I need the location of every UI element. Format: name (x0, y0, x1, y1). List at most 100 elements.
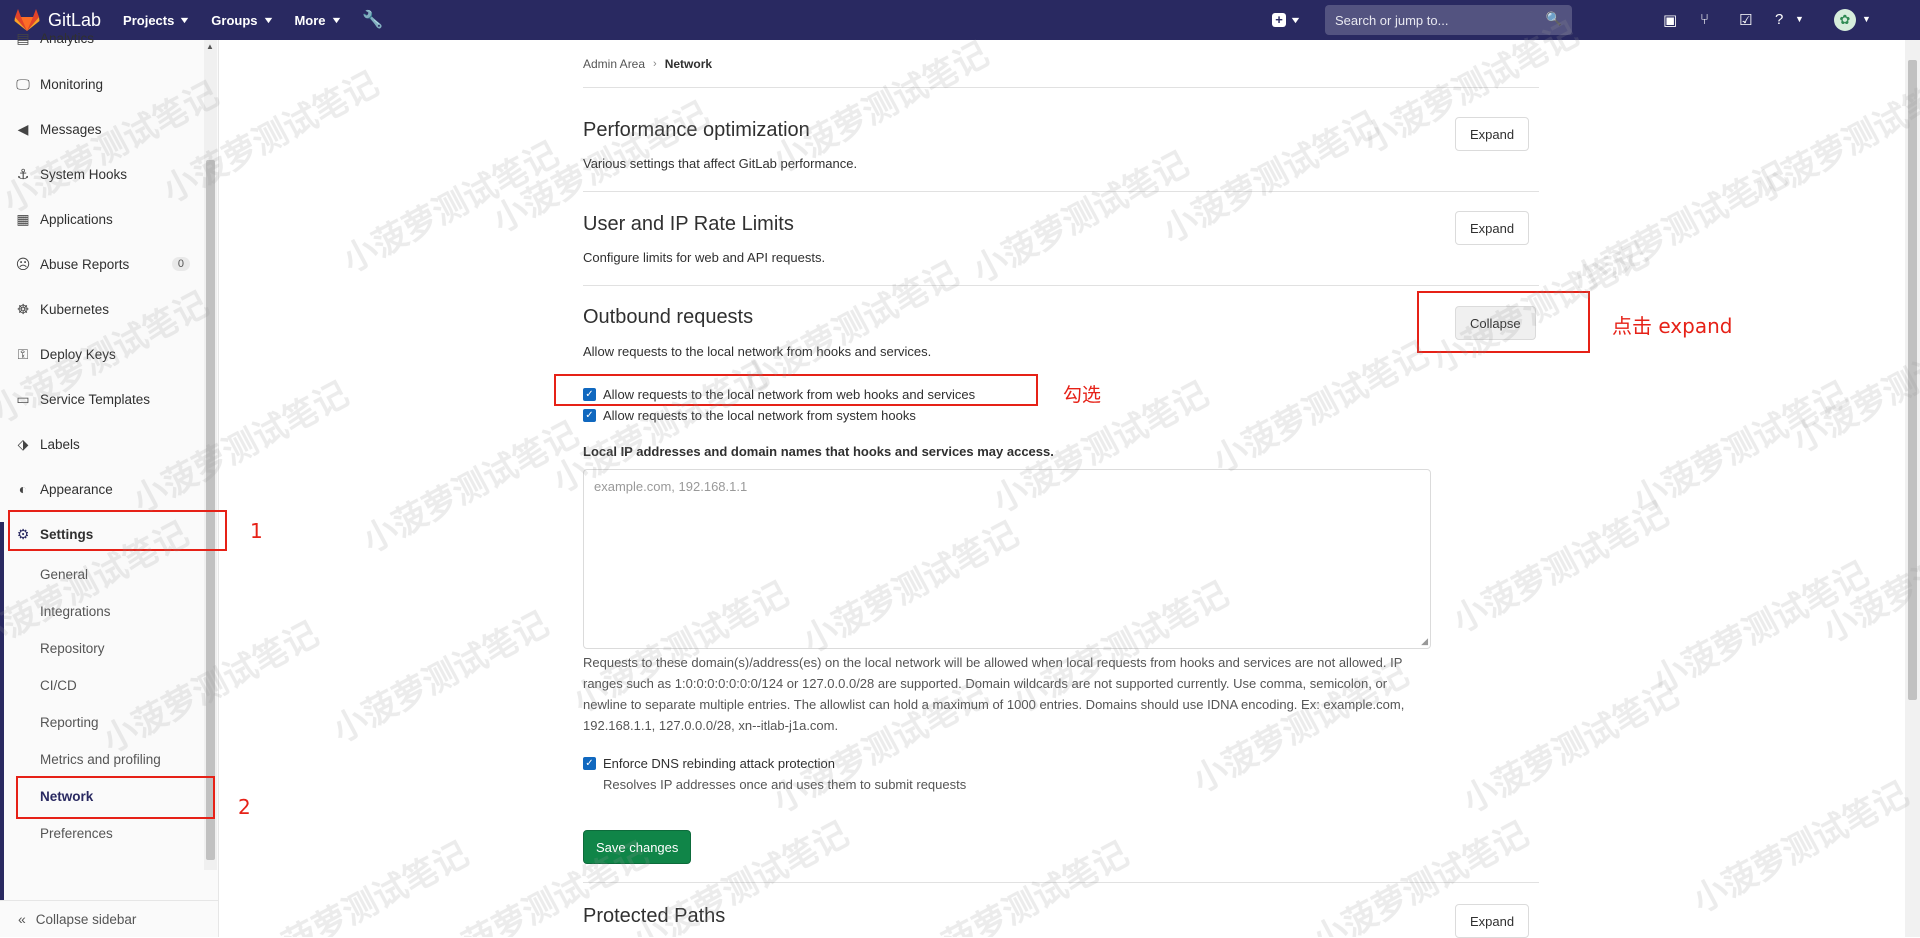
allowlist-label: Local IP addresses and domain names that… (583, 444, 1054, 459)
nav-projects-label: Projects (123, 13, 174, 28)
sidebar-item-kubernetes[interactable]: ☸ Kubernetes (0, 294, 200, 324)
section-desc-rate-limits: Configure limits for web and API request… (583, 250, 825, 265)
abuse-icon: ☹ (15, 256, 31, 273)
chevron-down-icon[interactable]: ▼ (1862, 14, 1871, 24)
sidebar-item-label: Service Templates (40, 392, 150, 407)
divider (583, 191, 1539, 192)
sidebar-item-label: Labels (40, 437, 80, 452)
checkbox-label: Enforce DNS rebinding attack protection (603, 756, 835, 771)
chevron-down-icon: ▼ (1289, 15, 1301, 25)
checkbox-checked-icon[interactable]: ✓ (583, 409, 596, 422)
section-title-outbound: Outbound requests (583, 306, 753, 329)
allowlist-help-text: Requests to these domain(s)/address(es) … (583, 652, 1423, 736)
section-title-rate-limits: User and IP Rate Limits (583, 213, 794, 236)
expand-rate-limits-button[interactable]: Expand (1455, 211, 1529, 245)
annotation-box-network (16, 776, 215, 819)
sidebar-item-label: Messages (40, 122, 102, 137)
sidebar-item-label: Appearance (40, 482, 113, 497)
help-icon[interactable]: ? (1775, 11, 1783, 28)
save-changes-button[interactable]: Save changes (583, 830, 691, 864)
nav-groups[interactable]: Groups ▼ (211, 13, 272, 28)
watermark-text: 小菠萝测试笔记 (962, 137, 1195, 292)
breadcrumb-parent[interactable]: Admin Area (583, 57, 645, 71)
annotation-expand-note: 点击 expand (1612, 310, 1732, 339)
kubernetes-icon: ☸ (15, 301, 31, 318)
sidebar-item-labels[interactable]: ⬗ Labels (0, 429, 200, 459)
sidebar-item-appearance[interactable]: ◐ Appearance (0, 474, 200, 504)
sidebar-item-system-hooks[interactable]: ⚓ System Hooks (0, 159, 200, 189)
section-title-performance: Performance optimization (583, 119, 810, 142)
wrench-icon[interactable]: 🔧 (362, 10, 383, 30)
resize-grip-icon[interactable]: ◢ (1421, 636, 1428, 647)
sidebar-subitem-repository[interactable]: Repository (40, 641, 105, 656)
chevron-down-icon[interactable]: ▼ (1795, 14, 1804, 24)
watermark-text: 小菠萝测试笔记 (242, 827, 475, 937)
key-icon: ⚿ (15, 346, 31, 363)
watermark-text: 小菠萝测试笔记 (1642, 547, 1875, 702)
checkbox-allow-system-hooks[interactable]: ✓ Allow requests to the local network fr… (583, 408, 916, 423)
divider (583, 882, 1539, 883)
sidebar-subitem-metrics[interactable]: Metrics and profiling (40, 752, 161, 767)
checkbox-checked-icon[interactable]: ✓ (583, 757, 596, 770)
monitor-icon: 🖵 (15, 76, 31, 93)
divider (583, 87, 1539, 88)
collapse-sidebar-button[interactable]: « Collapse sidebar (0, 900, 219, 937)
merge-request-icon[interactable]: ⑂ (1700, 11, 1709, 28)
sidebar-item-monitoring[interactable]: 🖵 Monitoring (0, 69, 200, 99)
page-scroll-thumb[interactable] (1908, 60, 1917, 700)
watermark-text: 小菠萝测试笔记 (1622, 367, 1855, 522)
search-input[interactable]: Search or jump to... 🔍 (1325, 5, 1572, 35)
page-scrollbar[interactable] (1905, 40, 1920, 937)
scroll-up-icon[interactable]: ▲ (206, 42, 214, 51)
sidebar-item-label: Abuse Reports (40, 257, 129, 272)
sidebar-item-label: Deploy Keys (40, 347, 116, 362)
sidebar-scrollbar[interactable]: ▲ (204, 40, 217, 870)
watermark-text: 小菠萝测试笔记 (1742, 57, 1920, 212)
applications-icon: ▦ (15, 211, 31, 228)
sidebar-item-messages[interactable]: ◀ Messages (0, 114, 200, 144)
sidebar-item-label: System Hooks (40, 167, 127, 182)
watermark-text: 小菠萝测试笔记 (1442, 487, 1675, 642)
allowlist-textarea[interactable]: example.com, 192.168.1.1 ◢ (583, 469, 1431, 649)
nav-more[interactable]: More ▼ (294, 13, 340, 28)
sidebar-subitem-cicd[interactable]: CI/CD (40, 678, 77, 693)
appearance-icon: ◐ (15, 481, 31, 497)
sidebar-subitem-preferences[interactable]: Preferences (40, 826, 113, 841)
annotation-box-checkbox (554, 374, 1038, 406)
sidebar-subitem-integrations[interactable]: Integrations (40, 604, 111, 619)
chevron-down-icon: ▼ (330, 15, 342, 25)
nav-more-label: More (294, 13, 325, 28)
sidebar-item-label: Analytics (40, 31, 94, 46)
divider (583, 285, 1539, 286)
label-icon: ⬗ (15, 436, 31, 453)
sidebar-subitem-reporting[interactable]: Reporting (40, 715, 99, 730)
sidebar-item-deploy-keys[interactable]: ⚿ Deploy Keys (0, 339, 200, 369)
checkbox-dns-rebinding[interactable]: ✓ Enforce DNS rebinding attack protectio… (583, 756, 835, 771)
collapse-sidebar-label: Collapse sidebar (36, 912, 137, 927)
plus-square-icon: + (1272, 13, 1286, 27)
breadcrumb-current: Network (665, 57, 712, 71)
new-dropdown[interactable]: + ▼ (1272, 0, 1300, 40)
top-navbar: GitLab Projects ▼ Groups ▼ More ▼ 🔧 + ▼ … (0, 0, 1920, 40)
todos-icon[interactable]: ▣ (1663, 11, 1677, 29)
active-indicator (0, 522, 4, 900)
chart-icon: ▤ (15, 30, 31, 47)
sidebar-item-applications[interactable]: ▦ Applications (0, 204, 200, 234)
watermark-text: 小菠萝测试笔记 (1562, 147, 1795, 302)
sidebar-subitem-general[interactable]: General (40, 567, 88, 582)
nav-projects[interactable]: Projects ▼ (123, 13, 189, 28)
dns-help-text: Resolves IP addresses once and uses them… (603, 777, 966, 792)
watermark-text: 小菠萝测试笔记 (332, 127, 565, 282)
count-badge: 0 (172, 257, 190, 271)
double-chevron-left-icon: « (18, 911, 26, 927)
sidebar-item-service-templates[interactable]: ▭ Service Templates (0, 384, 200, 414)
section-title-protected-paths: Protected Paths (583, 905, 725, 928)
issues-icon[interactable]: ☑ (1739, 11, 1752, 29)
annotation-check-note: 勾选 (1063, 380, 1101, 407)
avatar-icon[interactable]: ✿ (1834, 9, 1856, 31)
sidebar-item-abuse-reports[interactable]: ☹ Abuse Reports 0 (0, 249, 200, 279)
expand-protected-paths-button[interactable]: Expand (1455, 904, 1529, 938)
expand-performance-button[interactable]: Expand (1455, 117, 1529, 151)
watermark-text: 小菠萝测试笔记 (322, 597, 555, 752)
sidebar-item-analytics[interactable]: ▤ Analytics (0, 28, 200, 48)
